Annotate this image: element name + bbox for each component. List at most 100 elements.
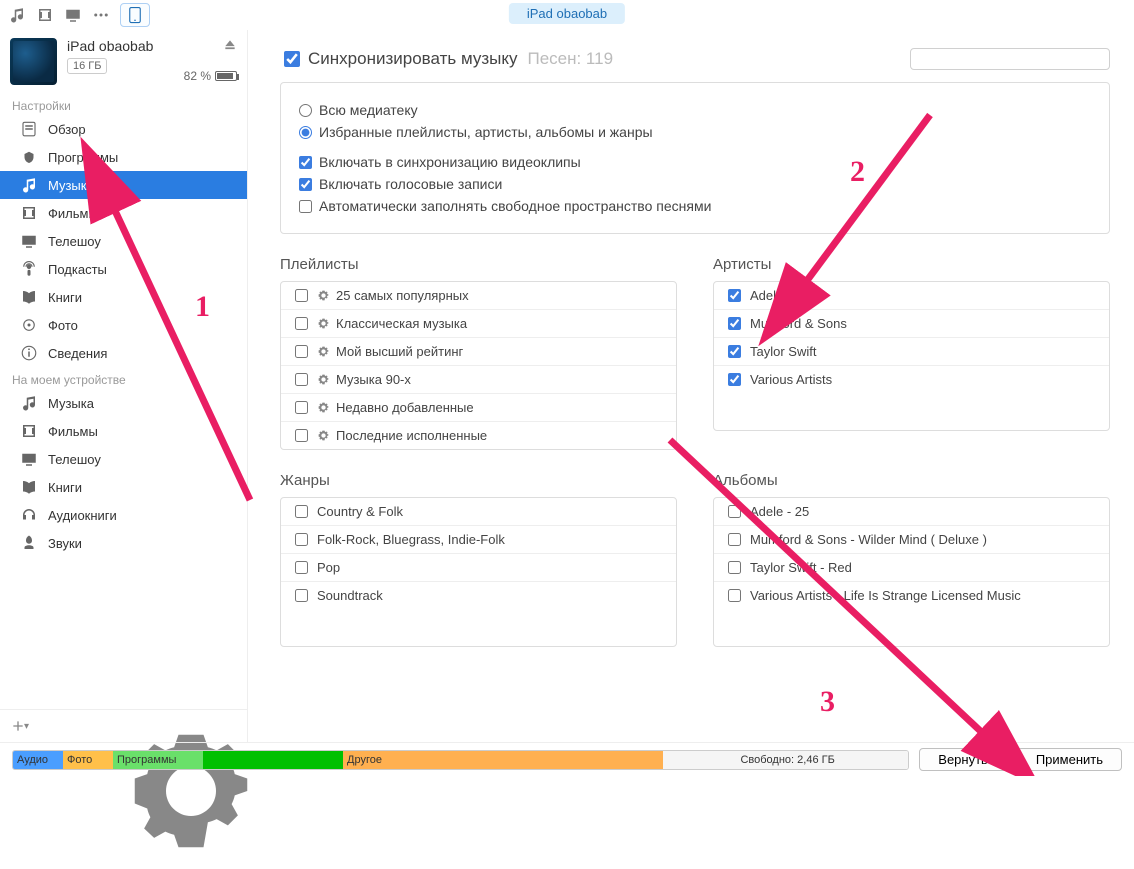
list-item-checkbox[interactable] [728, 533, 741, 546]
artists-title: Артисты [713, 256, 1110, 273]
sidebar-item[interactable]: Программы [0, 143, 247, 171]
photo-icon [20, 316, 38, 334]
list-item[interactable]: Mumford & Sons [714, 309, 1109, 337]
tones-icon [20, 534, 38, 552]
revert-button[interactable]: Вернуть [919, 748, 1007, 771]
tv-icon[interactable] [64, 6, 82, 24]
list-item-checkbox[interactable] [728, 561, 741, 574]
list-item[interactable]: Folk-Rock, Bluegrass, Indie-Folk [281, 525, 676, 553]
list-item[interactable]: Классическая музыка [281, 309, 676, 337]
summary-icon [20, 120, 38, 138]
list-item-checkbox[interactable] [295, 589, 308, 602]
list-item[interactable]: 25 самых популярных [281, 282, 676, 309]
smart-playlist-icon [317, 289, 330, 302]
list-item-checkbox[interactable] [728, 345, 741, 358]
list-item-checkbox[interactable] [728, 289, 741, 302]
radio-selected[interactable]: Избранные плейлисты, артисты, альбомы и … [299, 121, 1091, 143]
apply-button[interactable]: Применить [1017, 748, 1122, 771]
list-item[interactable]: Adele - 25 [714, 498, 1109, 525]
music-icon [20, 394, 38, 412]
music-icon [20, 176, 38, 194]
genres-title: Жанры [280, 472, 677, 489]
capacity-seg-docs [203, 751, 343, 769]
check-include-voice[interactable]: Включать голосовые записи [299, 173, 1091, 195]
list-item-checkbox[interactable] [728, 505, 741, 518]
film-icon[interactable] [36, 6, 54, 24]
list-item[interactable]: Недавно добавленные [281, 393, 676, 421]
sync-options-box: Всю медиатеку Избранные плейлисты, артис… [280, 82, 1110, 234]
list-item[interactable]: Various Artists - Life Is Strange Licens… [714, 581, 1109, 609]
sidebar-item[interactable]: Звуки [0, 529, 247, 557]
battery-percent-label: 82 % [184, 69, 211, 83]
sync-music-checkbox[interactable] [284, 51, 300, 67]
list-item-label: Последние исполненные [336, 428, 487, 443]
sidebar-item-label: Книги [48, 480, 82, 495]
check-autofill-label: Автоматически заполнять свободное простр… [319, 198, 711, 214]
sidebar-item[interactable]: Музыка [0, 389, 247, 417]
list-item-checkbox[interactable] [295, 317, 308, 330]
book-icon [20, 478, 38, 496]
list-item[interactable]: Музыка 90-х [281, 365, 676, 393]
list-item[interactable]: Taylor Swift - Red [714, 553, 1109, 581]
sidebar-item-label: Музыка [48, 396, 94, 411]
radio-all-library[interactable]: Всю медиатеку [299, 99, 1091, 121]
sidebar-item[interactable]: Телешоу [0, 227, 247, 255]
device-tab[interactable] [120, 3, 150, 27]
music-icon[interactable] [8, 6, 26, 24]
sidebar-item[interactable]: Обзор [0, 115, 247, 143]
device-thumbnail [10, 38, 57, 85]
add-playlist-button[interactable]: ▾ [10, 718, 29, 734]
list-item[interactable]: Taylor Swift [714, 337, 1109, 365]
check-autofill[interactable]: Автоматически заполнять свободное простр… [299, 195, 1091, 217]
sidebar-item[interactable]: Аудиокниги [0, 501, 247, 529]
sidebar-item[interactable]: Телешоу [0, 445, 247, 473]
list-item-label: Мой высший рейтинг [336, 344, 463, 359]
list-item[interactable]: Pop [281, 553, 676, 581]
sidebar-item-label: Фильмы [48, 424, 98, 439]
list-item-checkbox[interactable] [728, 373, 741, 386]
footer-bar: Аудио Фото Программы Другое Свободно: 2,… [0, 742, 1134, 776]
sidebar-item[interactable]: Сведения [0, 339, 247, 367]
device-name-label: iPad obaobab [67, 38, 237, 54]
sidebar-item[interactable]: Фильмы [0, 417, 247, 445]
podcast-icon [20, 260, 38, 278]
list-item[interactable]: Mumford & Sons - Wilder Mind ( Deluxe ) [714, 525, 1109, 553]
capacity-seg-audio: Аудио [13, 751, 63, 769]
dots-icon[interactable] [92, 6, 110, 24]
sidebar-item[interactable]: Книги [0, 473, 247, 501]
list-item-checkbox[interactable] [295, 561, 308, 574]
list-item-checkbox[interactable] [728, 589, 741, 602]
list-item-checkbox[interactable] [295, 345, 308, 358]
list-item-checkbox[interactable] [295, 401, 308, 414]
search-input[interactable] [910, 48, 1110, 70]
annotation-number-2: 2 [850, 155, 865, 189]
sidebar-item-label: Звуки [48, 536, 82, 551]
list-item-label: Музыка 90-х [336, 372, 411, 387]
check-voice-label: Включать голосовые записи [319, 176, 502, 192]
list-item-checkbox[interactable] [295, 429, 308, 442]
eject-icon[interactable] [223, 38, 237, 52]
list-item[interactable]: Adele [714, 282, 1109, 309]
list-item-checkbox[interactable] [295, 505, 308, 518]
sidebar-item-label: Телешоу [48, 234, 101, 249]
list-item[interactable]: Various Artists [714, 365, 1109, 393]
smart-playlist-icon [317, 317, 330, 330]
list-item[interactable]: Мой высший рейтинг [281, 337, 676, 365]
check-include-videos[interactable]: Включать в синхронизацию видеоклипы [299, 151, 1091, 173]
sidebar-item[interactable]: Музыка [0, 171, 247, 199]
songs-count-label: Песен: 119 [527, 49, 613, 69]
list-item[interactable]: Последние исполненные [281, 421, 676, 449]
sidebar-item-label: Обзор [48, 122, 86, 137]
list-item[interactable]: Soundtrack [281, 581, 676, 609]
list-item-label: Folk-Rock, Bluegrass, Indie-Folk [317, 532, 505, 547]
sidebar-item[interactable]: Фильмы [0, 199, 247, 227]
list-item-checkbox[interactable] [295, 289, 308, 302]
gear-icon[interactable] [41, 716, 61, 736]
film-icon [20, 204, 38, 222]
list-item-checkbox[interactable] [295, 373, 308, 386]
sidebar-item[interactable]: Подкасты [0, 255, 247, 283]
albums-list: Adele - 25Mumford & Sons - Wilder Mind (… [713, 497, 1110, 647]
list-item[interactable]: Country & Folk [281, 498, 676, 525]
list-item-checkbox[interactable] [295, 533, 308, 546]
list-item-checkbox[interactable] [728, 317, 741, 330]
